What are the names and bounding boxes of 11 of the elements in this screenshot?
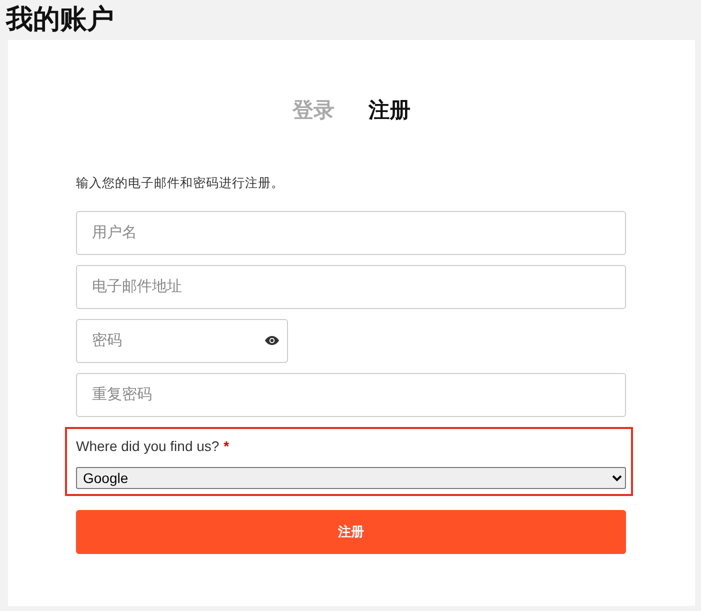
source-select[interactable]: Google — [76, 466, 626, 489]
text-field[interactable]: 重复密码 — [76, 372, 626, 417]
text-field[interactable]: 用户名 — [76, 210, 626, 255]
text-field[interactable]: 电子邮件地址 — [76, 264, 626, 309]
required-mark: * — [224, 438, 230, 454]
password-field[interactable]: 密码 — [76, 318, 288, 363]
field-label: Where did you find us? — [76, 438, 220, 454]
page-title: 我的账户 — [4, 3, 115, 36]
eye-icon[interactable] — [265, 336, 279, 345]
intro-text: 输入您的电子邮件和密码进行注册。 — [76, 175, 285, 192]
tab[interactable]: 注册 — [368, 98, 410, 124]
